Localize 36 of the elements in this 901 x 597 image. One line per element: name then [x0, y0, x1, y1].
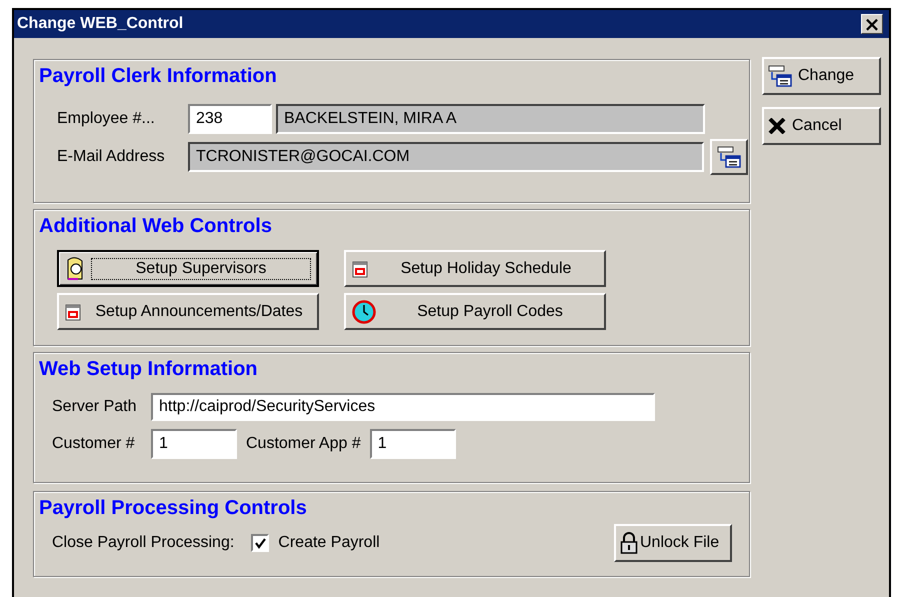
unlock-file-button[interactable]: Unlock File — [614, 524, 732, 562]
email-field[interactable]: TCRONISTER@GOCAI.COM — [188, 142, 704, 172]
form-transfer-icon — [717, 146, 741, 168]
customer-field[interactable]: 1 — [151, 429, 237, 459]
field-label: Server Path — [52, 398, 138, 416]
form-transfer-icon — [768, 65, 792, 87]
setup-button[interactable]: Setup Payroll Codes — [344, 293, 606, 330]
x-icon — [768, 118, 786, 134]
close-button[interactable]: × — [861, 14, 883, 34]
setup-button[interactable]: Setup Holiday Schedule — [344, 250, 606, 287]
field-label: Customer # — [52, 435, 136, 453]
window-title: Change WEB_Control — [17, 15, 184, 33]
field-label: Close Payroll Processing: — [52, 534, 234, 552]
section-heading: Additional Web Controls — [39, 214, 273, 238]
checkbox-label: Create Payroll — [278, 534, 380, 552]
person-icon — [65, 256, 85, 280]
employee-number-field[interactable]: 238 — [188, 104, 272, 134]
calendar-icon — [65, 302, 81, 320]
section-heading: Payroll Processing Controls — [39, 496, 308, 520]
padlock-icon — [620, 532, 638, 554]
checkbox[interactable] — [251, 534, 270, 552]
employee-name-field[interactable]: BACKELSTEIN, MIRA A — [276, 104, 705, 134]
lookup-button[interactable] — [710, 139, 748, 175]
section-heading: Payroll Clerk Information — [39, 64, 278, 88]
setup-button[interactable]: Setup Supervisors — [57, 250, 319, 287]
customer-app-field[interactable]: 1 — [370, 429, 456, 459]
field-label: E-Mail Address — [57, 148, 166, 166]
cancel-button[interactable]: Cancel — [762, 107, 881, 145]
change-button[interactable]: Change — [762, 57, 881, 95]
field-label: Employee #... — [57, 110, 156, 128]
calendar-icon — [352, 260, 368, 278]
field-label: Customer App # — [246, 435, 361, 453]
clock-icon — [352, 300, 376, 324]
server-path-field[interactable]: http://caiprod/SecurityServices — [151, 393, 655, 421]
section-heading: Web Setup Information — [39, 357, 259, 381]
setup-button[interactable]: Setup Announcements/Dates — [57, 293, 319, 330]
